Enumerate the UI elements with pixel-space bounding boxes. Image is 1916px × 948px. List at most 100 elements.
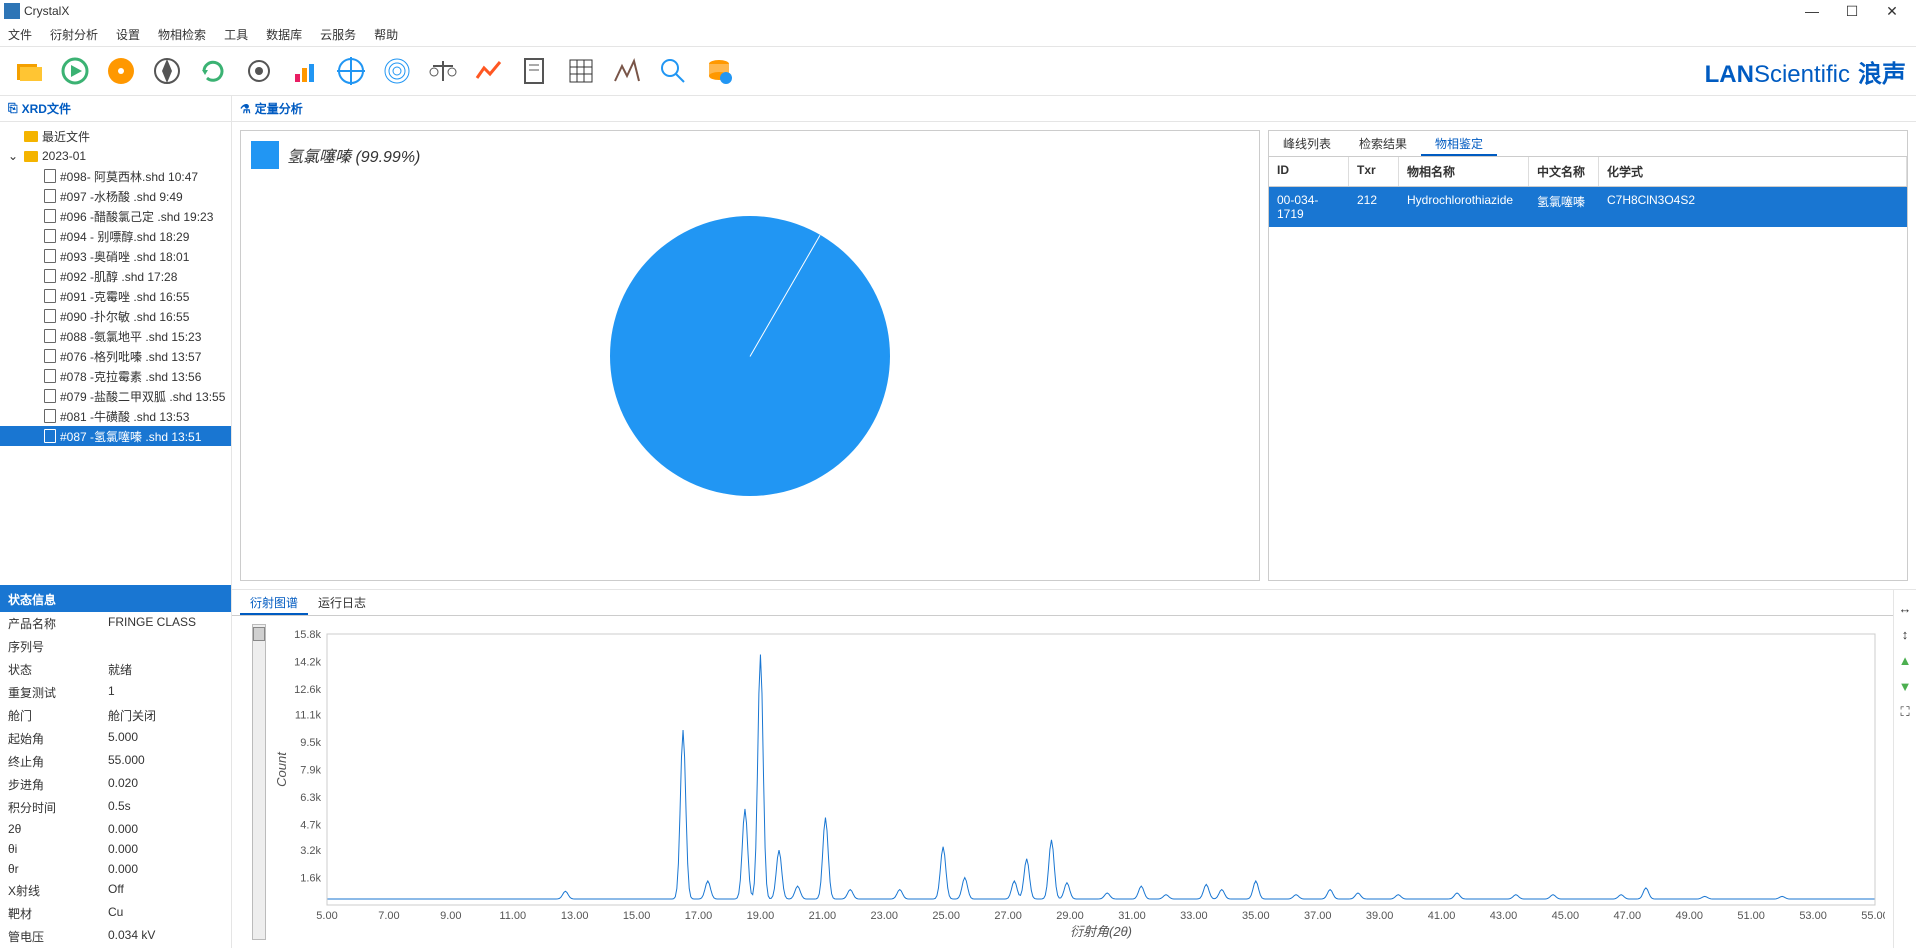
legend-swatch bbox=[251, 141, 279, 169]
file-label: #092 -肌醇 .shd 17:28 bbox=[60, 268, 177, 285]
file-item[interactable]: #094 - 别嘌醇.shd 18:29 bbox=[0, 226, 231, 246]
svg-text:53.00: 53.00 bbox=[1799, 910, 1827, 922]
file-label: #088 -氨氯地平 .shd 15:23 bbox=[60, 328, 201, 345]
phase-tab[interactable]: 检索结果 bbox=[1345, 131, 1421, 156]
minimize-button[interactable]: — bbox=[1792, 3, 1832, 19]
file-item[interactable]: #093 -奥硝唑 .shd 18:01 bbox=[0, 246, 231, 266]
status-value: Cu bbox=[108, 905, 123, 922]
file-item[interactable]: #090 -扑尔敏 .shd 16:55 bbox=[0, 306, 231, 326]
menu-item[interactable]: 数据库 bbox=[266, 26, 302, 43]
phase-tab[interactable]: 峰线列表 bbox=[1269, 131, 1345, 156]
expand-h-icon[interactable]: ↔ bbox=[1897, 600, 1913, 616]
status-label: 状态 bbox=[8, 661, 108, 678]
aperture-icon[interactable] bbox=[148, 52, 186, 90]
phase-tab[interactable]: 物相鉴定 bbox=[1421, 131, 1497, 156]
file-item[interactable]: #078 -克拉霉素 .shd 13:56 bbox=[0, 366, 231, 386]
pie-chart-area: 氢氯噻嗪 (99.99%) bbox=[240, 130, 1260, 581]
menu-item[interactable]: 帮助 bbox=[374, 26, 398, 43]
file-item[interactable]: #092 -肌醇 .shd 17:28 bbox=[0, 266, 231, 286]
cell-name: Hydrochlorothiazide bbox=[1399, 187, 1529, 227]
panel-icon: ⎘ bbox=[8, 101, 18, 116]
svg-text:43.00: 43.00 bbox=[1490, 910, 1518, 922]
status-label: θr bbox=[8, 862, 108, 876]
svg-text:35.00: 35.00 bbox=[1242, 910, 1270, 922]
cell-txr: 212 bbox=[1349, 187, 1399, 227]
file-item[interactable]: #091 -克霉唑 .shd 16:55 bbox=[0, 286, 231, 306]
diffraction-chart[interactable]: 1.6k3.2k4.7k6.3k7.9k9.5k11.1k12.6k14.2k1… bbox=[232, 616, 1893, 948]
refresh-icon[interactable] bbox=[194, 52, 232, 90]
peaks-icon[interactable] bbox=[608, 52, 646, 90]
close-button[interactable]: ✕ bbox=[1872, 3, 1912, 20]
svg-text:33.00: 33.00 bbox=[1180, 910, 1208, 922]
status-value: 0.000 bbox=[108, 822, 138, 836]
status-value: 0.034 kV bbox=[108, 928, 155, 945]
menu-item[interactable]: 设置 bbox=[116, 26, 140, 43]
chevron-down-icon[interactable]: ⌄ bbox=[8, 149, 20, 163]
chart-tab[interactable]: 运行日志 bbox=[308, 590, 376, 615]
status-row: X射线Off bbox=[0, 879, 231, 902]
file-icon bbox=[44, 349, 56, 363]
svg-text:9.00: 9.00 bbox=[440, 910, 461, 922]
maximize-button[interactable]: ☐ bbox=[1832, 3, 1872, 20]
file-item[interactable]: #088 -氨氯地平 .shd 15:23 bbox=[0, 326, 231, 346]
file-icon bbox=[44, 289, 56, 303]
trend-icon[interactable] bbox=[470, 52, 508, 90]
status-value: FRINGE CLASS bbox=[108, 615, 196, 632]
balance-icon[interactable] bbox=[424, 52, 462, 90]
dated-folder[interactable]: ⌄ 2023-01 bbox=[0, 146, 231, 166]
grid-icon[interactable] bbox=[562, 52, 600, 90]
file-item[interactable]: #087 -氢氯噻嗪 .shd 13:51 bbox=[0, 426, 231, 446]
expand-v-icon[interactable]: ↕ bbox=[1897, 626, 1913, 642]
file-item[interactable]: #076 -格列吡嗪 .shd 13:57 bbox=[0, 346, 231, 366]
menu-item[interactable]: 物相检索 bbox=[158, 26, 206, 43]
svg-text:25.00: 25.00 bbox=[932, 910, 960, 922]
status-value: 0.5s bbox=[108, 799, 131, 816]
chart-icon[interactable] bbox=[286, 52, 324, 90]
status-label: 舱门 bbox=[8, 707, 108, 724]
gear-icon[interactable] bbox=[240, 52, 278, 90]
file-item[interactable]: #081 -牛磺酸 .shd 13:53 bbox=[0, 406, 231, 426]
svg-text:55.00: 55.00 bbox=[1861, 910, 1885, 922]
xrd-files-title: ⎘ XRD文件 bbox=[0, 96, 231, 122]
menu-item[interactable]: 文件 bbox=[8, 26, 32, 43]
svg-text:5.00: 5.00 bbox=[316, 910, 337, 922]
file-item[interactable]: #097 -水杨酸 .shd 9:49 bbox=[0, 186, 231, 206]
file-icon bbox=[44, 169, 56, 183]
phase-table-row[interactable]: 00-034-1719 212 Hydrochlorothiazide 氢氯噻嗪… bbox=[1269, 187, 1907, 227]
fullscreen-icon[interactable]: ⛶ bbox=[1897, 704, 1913, 720]
file-item[interactable]: #098- 阿莫西林.shd 10:47 bbox=[0, 166, 231, 186]
svg-text:3.2k: 3.2k bbox=[300, 845, 321, 857]
slider-handle[interactable] bbox=[253, 627, 265, 641]
status-row: 积分时间0.5s bbox=[0, 796, 231, 819]
radiation-icon[interactable] bbox=[102, 52, 140, 90]
brand-sci: Scientific bbox=[1754, 61, 1850, 88]
recent-files-folder[interactable]: 最近文件 bbox=[0, 126, 231, 146]
file-item[interactable]: #079 -盐酸二甲双胍 .shd 13:55 bbox=[0, 386, 231, 406]
search-chart-icon[interactable] bbox=[654, 52, 692, 90]
file-tree[interactable]: 最近文件 ⌄ 2023-01 #098- 阿莫西林.shd 10:47#097 … bbox=[0, 122, 231, 585]
file-label: #079 -盐酸二甲双胍 .shd 13:55 bbox=[60, 388, 225, 405]
legend-text: 氢氯噻嗪 (99.99%) bbox=[287, 143, 420, 167]
status-row: 起始角5.000 bbox=[0, 727, 231, 750]
menu-item[interactable]: 工具 bbox=[224, 26, 248, 43]
play-icon[interactable] bbox=[56, 52, 94, 90]
col-cn: 中文名称 bbox=[1529, 157, 1599, 186]
status-label: 产品名称 bbox=[8, 615, 108, 632]
file-label: #098- 阿莫西林.shd 10:47 bbox=[60, 168, 198, 185]
up-arrow-icon[interactable]: ▲ bbox=[1897, 652, 1913, 668]
menu-item[interactable]: 衍射分析 bbox=[50, 26, 98, 43]
vertical-slider[interactable] bbox=[252, 624, 266, 940]
status-value: 0.000 bbox=[108, 842, 138, 856]
report-icon[interactable] bbox=[516, 52, 554, 90]
down-arrow-icon[interactable]: ▼ bbox=[1897, 678, 1913, 694]
database-icon[interactable] bbox=[700, 52, 738, 90]
open-file-icon[interactable] bbox=[10, 52, 48, 90]
menu-item[interactable]: 云服务 bbox=[320, 26, 356, 43]
status-value: 舱门关闭 bbox=[108, 707, 156, 724]
target-icon[interactable] bbox=[332, 52, 370, 90]
fingerprint-icon[interactable] bbox=[378, 52, 416, 90]
file-label: #078 -克拉霉素 .shd 13:56 bbox=[60, 368, 201, 385]
chart-tab[interactable]: 衍射图谱 bbox=[240, 590, 308, 615]
status-row: 终止角55.000 bbox=[0, 750, 231, 773]
file-item[interactable]: #096 -醋酸氯己定 .shd 19:23 bbox=[0, 206, 231, 226]
